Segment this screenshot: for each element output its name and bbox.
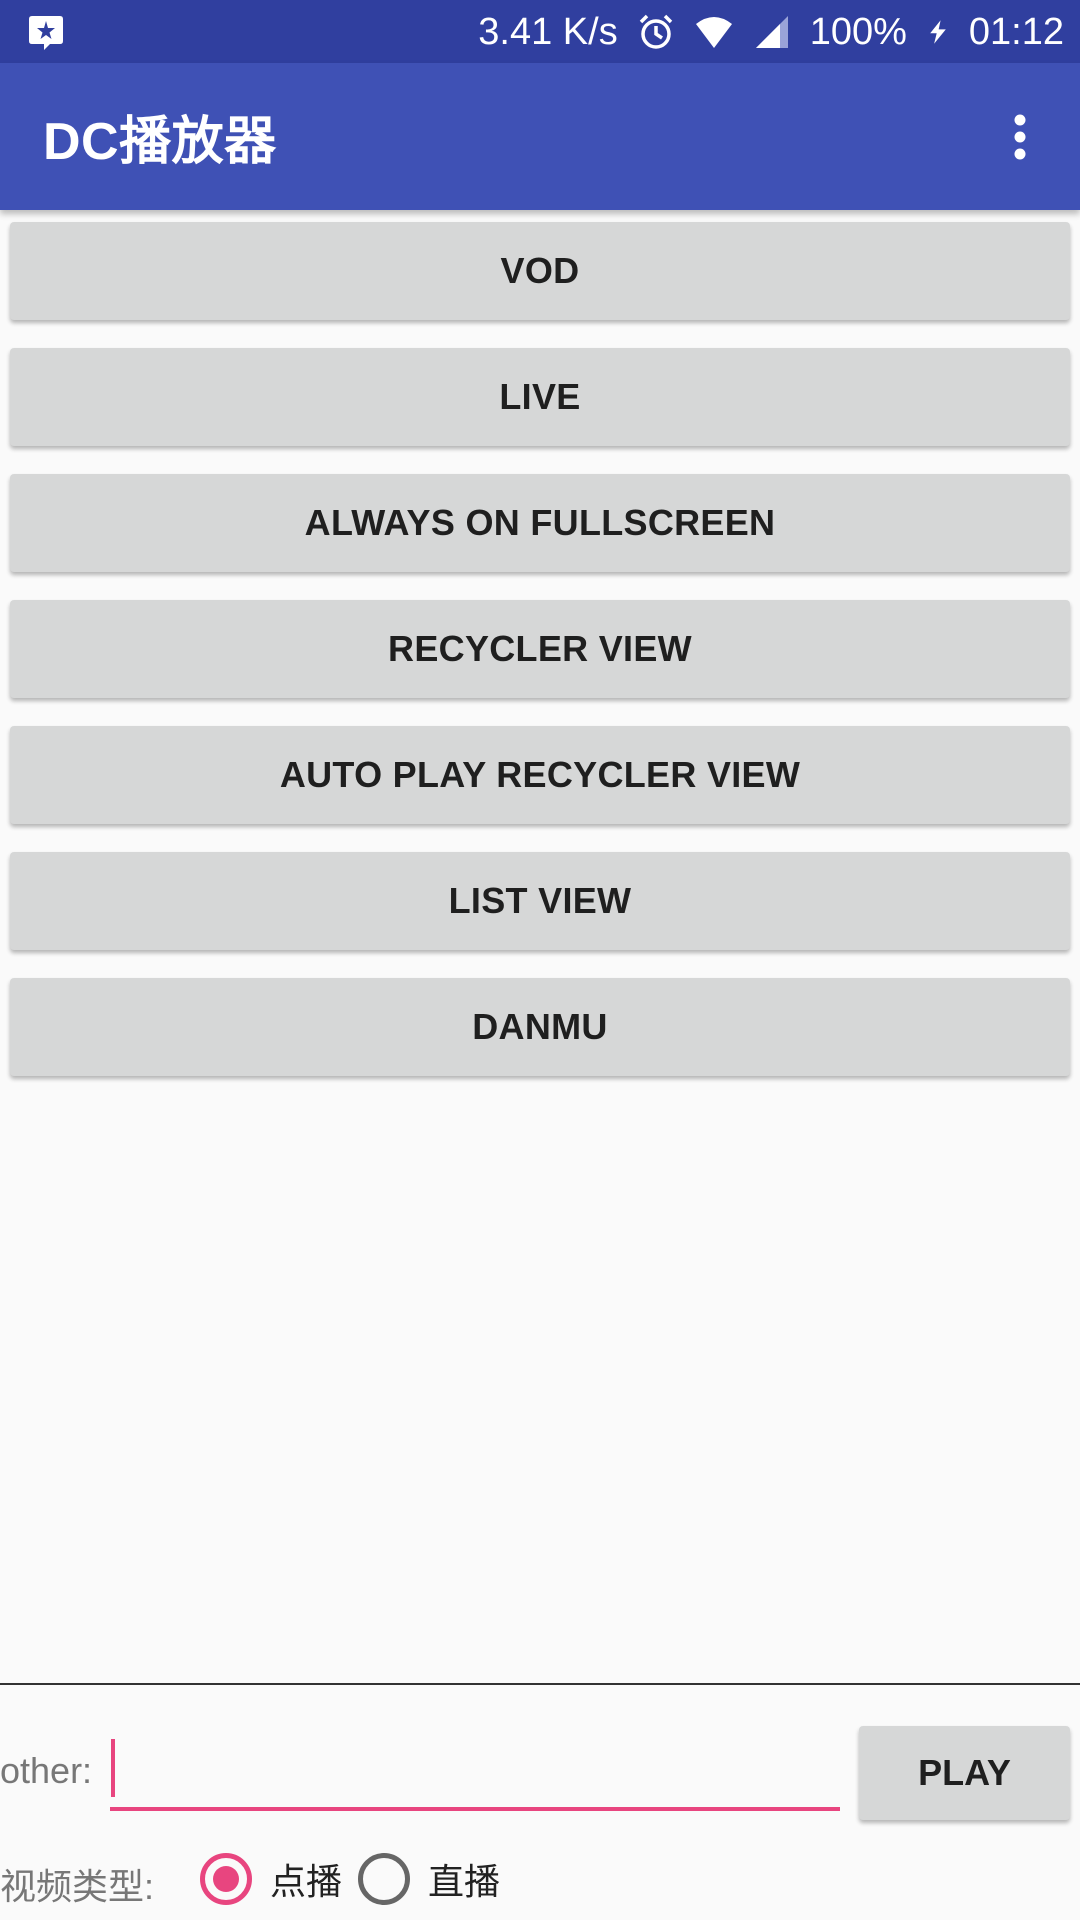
app-bar: DC播放器 [0,63,1080,210]
always-on-fullscreen-button[interactable]: ALWAYS ON FULLSCREEN [10,474,1070,572]
radio-live[interactable]: 直播 [358,1853,500,1905]
status-bar: 3.41 K/s 100% 01:12 [0,0,1080,63]
charging-icon [930,19,946,44]
divider [0,1683,1080,1685]
text-cursor [111,1739,115,1797]
radio-checked-icon [200,1853,252,1905]
overflow-menu-button[interactable] [1000,107,1040,167]
play-button[interactable]: PLAY [859,1726,1070,1820]
clock: 01:12 [968,10,1064,53]
vod-button[interactable]: VOD [10,222,1070,320]
app-title: DC播放器 [43,113,277,171]
alarm-icon [639,14,672,49]
app-notification-icon [29,15,63,50]
other-label: other: [0,1750,93,1791]
recycler-view-button[interactable]: RECYCLER VIEW [10,600,1070,698]
status-left [26,12,66,52]
live-button[interactable]: LIVE [10,348,1070,446]
wifi-icon [695,16,732,48]
battery-level: 100% [809,10,907,53]
list-view-button[interactable]: LIST VIEW [10,852,1070,950]
status-right: 3.41 K/s 100% 01:12 [478,12,1064,52]
radio-live-label: 直播 [428,1861,501,1902]
more-vert-icon [1014,114,1026,159]
screen: 3.41 K/s 100% 01:12 DC播放器 VOD LIVE ALWAY… [0,0,1080,1920]
auto-play-recycler-view-button[interactable]: AUTO PLAY RECYCLER VIEW [10,726,1070,824]
net-speed: 3.41 K/s [478,10,618,53]
danmu-button[interactable]: DANMU [10,978,1070,1076]
radio-vod[interactable]: 点播 [200,1853,342,1905]
other-url-input[interactable] [110,1733,840,1811]
cell-signal-icon [755,15,788,48]
radio-unchecked-icon [358,1853,410,1905]
video-type-label: 视频类型: [0,1866,155,1907]
radio-vod-label: 点播 [270,1861,343,1902]
